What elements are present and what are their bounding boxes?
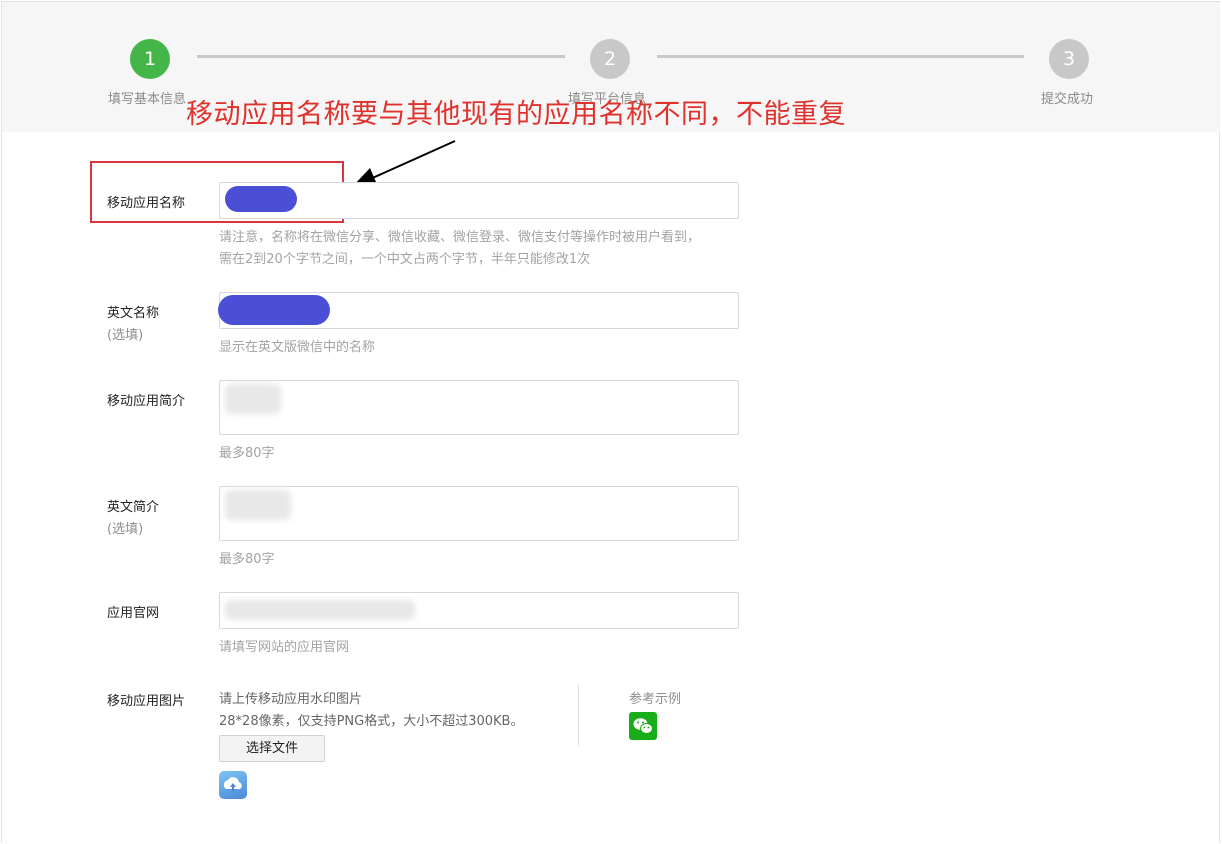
english-intro-label: 英文简介 <box>107 500 160 515</box>
website-label: 应用官网 <box>107 606 160 621</box>
english-intro-optional: (选填) <box>107 522 144 537</box>
app-name-hint-2: 需在2到20个字节之间，一个中文占两个字节，半年只能修改1次 <box>219 252 591 267</box>
english-intro-textarea[interactable] <box>219 486 739 541</box>
english-name-hint: 显示在英文版微信中的名称 <box>219 340 376 355</box>
annotation-text: 移动应用名称要与其他现有的应用名称不同，不能重复 <box>186 99 846 130</box>
choose-file-button[interactable]: 选择文件 <box>219 735 325 762</box>
redacted-english-name <box>218 295 330 325</box>
app-intro-hint: 最多80字 <box>219 446 275 461</box>
upload-instruction: 请上传移动应用水印图片 <box>219 692 363 707</box>
english-name-optional: (选填) <box>107 328 144 343</box>
website-hint: 请填写网站的应用官网 <box>219 640 350 655</box>
upload-divider <box>578 685 579 746</box>
step-3-label: 提交成功 <box>1041 92 1094 107</box>
step-1-indicator: 1 <box>130 39 170 79</box>
app-name-hint-1: 请注意，名称将在微信分享、微信收藏、微信登录、微信支付等操作时被用户看到， <box>219 230 701 245</box>
redacted-website <box>225 600 415 620</box>
english-name-label: 英文名称 <box>107 306 160 321</box>
step-2-indicator: 2 <box>590 39 630 79</box>
step-1-label: 填写基本信息 <box>108 92 187 107</box>
upload-requirements: 28*28像素，仅支持PNG格式，大小不超过300KB。 <box>219 714 524 729</box>
app-image-preview <box>219 771 247 799</box>
reference-example-label: 参考示例 <box>629 692 682 707</box>
step-3-indicator: 3 <box>1049 39 1089 79</box>
app-intro-textarea[interactable] <box>219 380 739 435</box>
step-connector-2 <box>657 55 1024 58</box>
redacted-english-intro <box>225 490 291 520</box>
app-image-label: 移动应用图片 <box>107 694 186 709</box>
step-connector-1 <box>197 55 565 58</box>
wechat-icon <box>629 712 657 740</box>
redacted-app-name <box>225 186 297 212</box>
app-name-input[interactable] <box>219 182 739 219</box>
cloud-icon <box>223 777 242 791</box>
redacted-app-intro <box>225 384 281 414</box>
app-intro-label: 移动应用简介 <box>107 394 186 409</box>
app-name-label: 移动应用名称 <box>107 196 186 211</box>
english-intro-hint: 最多80字 <box>219 552 275 567</box>
